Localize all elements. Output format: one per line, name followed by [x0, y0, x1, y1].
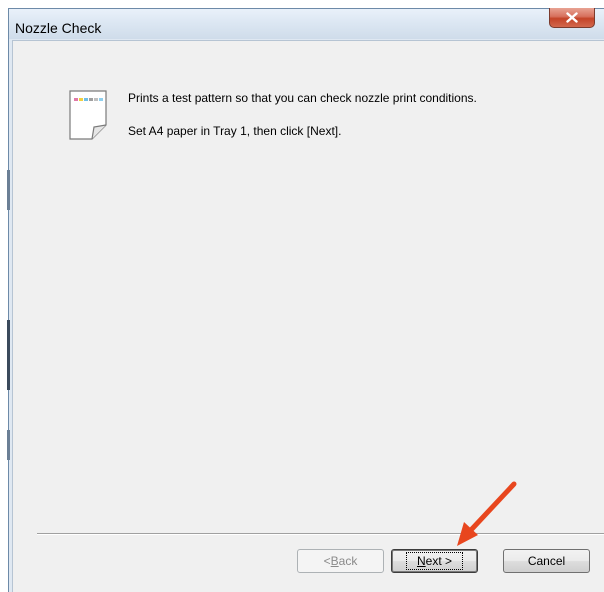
- next-button[interactable]: Next >: [391, 549, 478, 573]
- instruction-text: Prints a test pattern so that you can ch…: [128, 91, 477, 105]
- next-hotkey: N: [416, 554, 426, 568]
- cancel-button[interactable]: Cancel: [503, 549, 590, 573]
- title-bar[interactable]: Nozzle Check: [9, 8, 604, 39]
- back-label-rest: ack: [338, 554, 358, 568]
- dialog-body: Prints a test pattern so that you can ch…: [12, 40, 604, 592]
- back-button[interactable]: < Back: [297, 549, 384, 573]
- nozzle-check-dialog: Nozzle Check Prints a test pattern so th…: [8, 8, 604, 592]
- back-hotkey: B: [330, 554, 339, 568]
- next-label-rest: ext >: [425, 554, 453, 568]
- window-edge-shadow: [7, 170, 10, 460]
- back-prefix: <: [323, 554, 331, 568]
- close-icon: [566, 12, 578, 23]
- next-focus-ring: Next >: [405, 552, 464, 570]
- close-button[interactable]: [549, 8, 595, 28]
- document-icon: [69, 90, 107, 140]
- button-separator: [37, 533, 604, 535]
- paper-instruction-text: Set A4 paper in Tray 1, then click [Next…: [128, 124, 342, 138]
- window-title: Nozzle Check: [15, 20, 102, 36]
